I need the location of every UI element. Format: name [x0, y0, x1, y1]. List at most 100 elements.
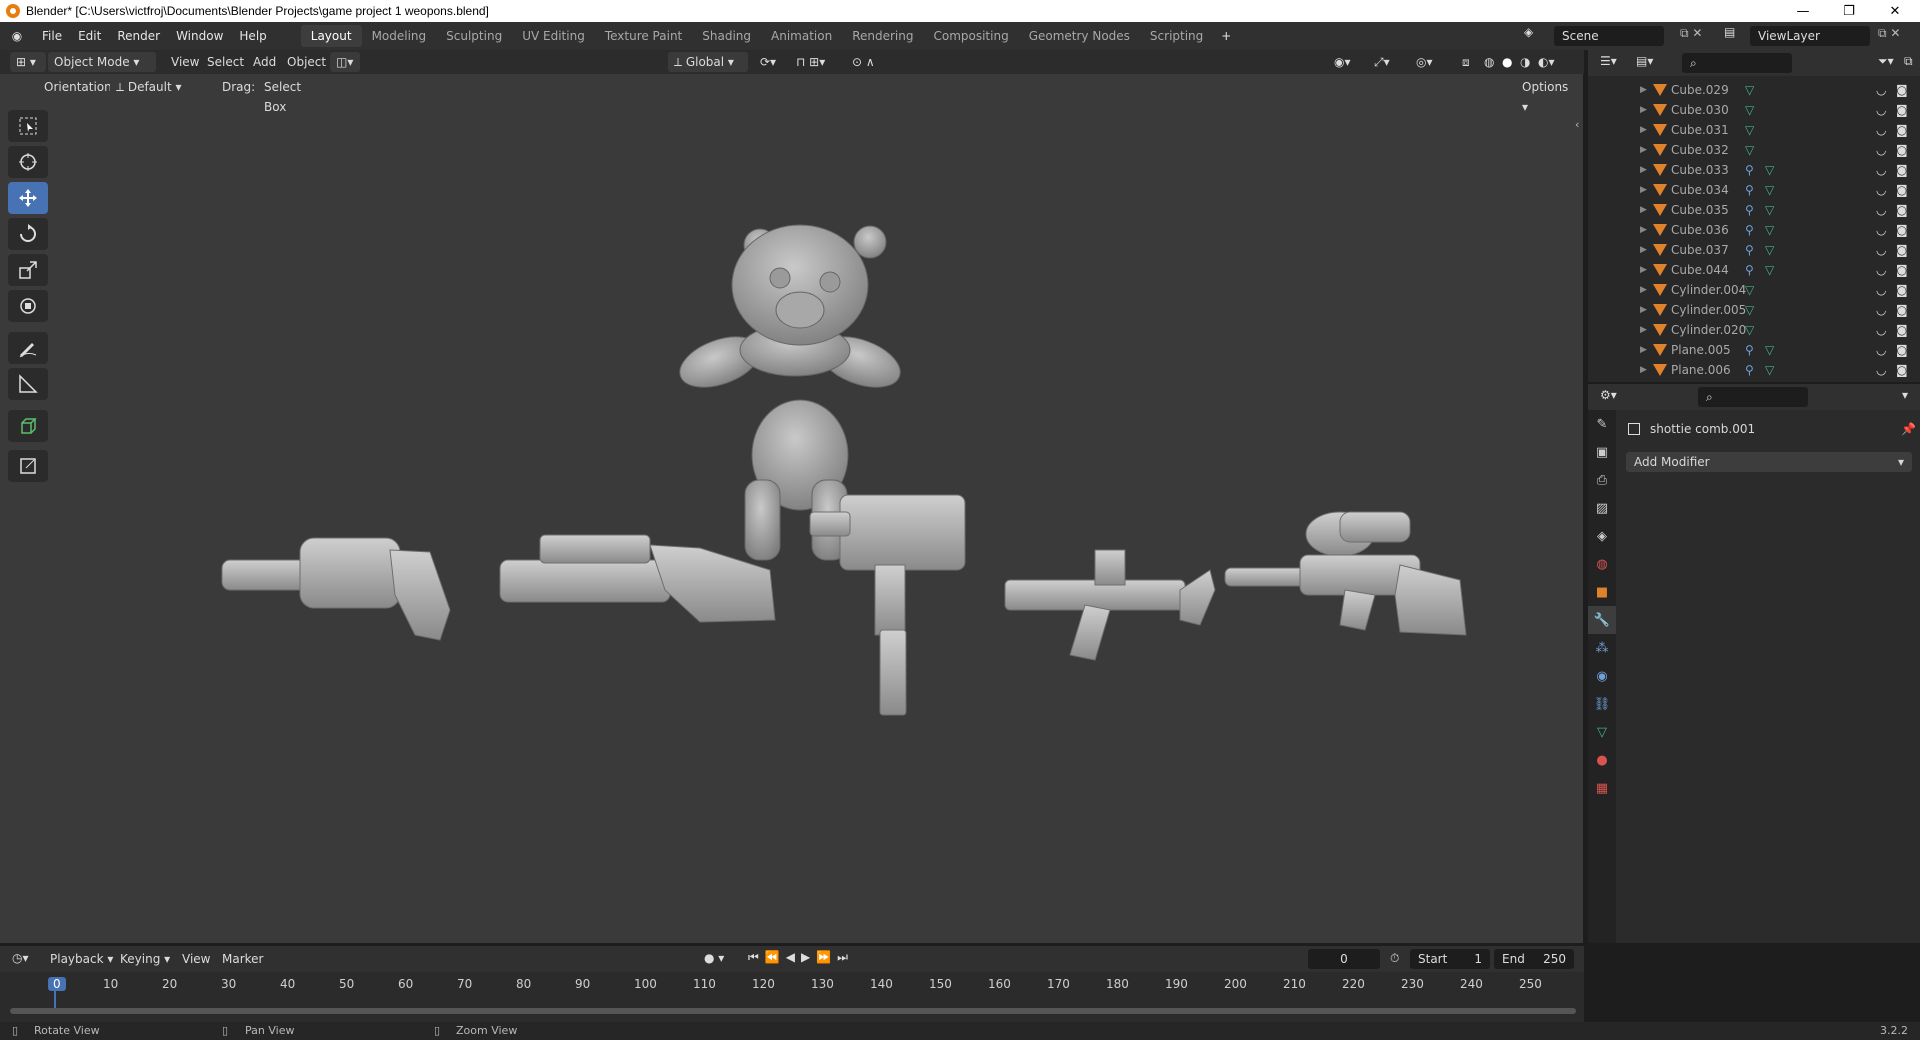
- outliner-search-input[interactable]: ⌕: [1682, 53, 1792, 73]
- tab-compositing[interactable]: Compositing: [923, 25, 1018, 47]
- render-camera-icon[interactable]: ◙: [1896, 243, 1908, 257]
- tab-animation[interactable]: Animation: [761, 25, 842, 47]
- rendered-shading-icon[interactable]: ◐▾: [1532, 52, 1561, 72]
- visibility-eye-icon[interactable]: ◡: [1876, 363, 1886, 377]
- start-frame-field[interactable]: Start 1: [1410, 949, 1490, 969]
- pivot-icon[interactable]: ⟳▾: [754, 52, 782, 72]
- visibility-eye-icon[interactable]: ◡: [1876, 143, 1886, 157]
- visibility-eye-icon[interactable]: ◡: [1876, 183, 1886, 197]
- new-collection-icon[interactable]: ⧉: [1904, 54, 1913, 69]
- current-frame-field[interactable]: 0: [1308, 949, 1380, 969]
- mesh-data-icon[interactable]: ▽: [1745, 103, 1754, 117]
- 3d-viewport[interactable]: [0, 50, 1584, 943]
- mesh-data-icon[interactable]: ▽: [1765, 363, 1774, 377]
- tab-modeling[interactable]: Modeling: [362, 25, 437, 47]
- scale-cage-tool[interactable]: [8, 450, 48, 482]
- properties-options-icon[interactable]: ▾: [1902, 388, 1908, 402]
- mesh-data-icon[interactable]: ▽: [1745, 283, 1754, 297]
- drag-dropdown[interactable]: Select Box: [258, 77, 330, 114]
- data-tab-icon[interactable]: ▽: [1588, 718, 1616, 746]
- wrench-icon[interactable]: ⚲: [1745, 223, 1754, 237]
- mesh-data-icon[interactable]: ▽: [1745, 123, 1754, 137]
- measure-tool[interactable]: [8, 368, 48, 400]
- tool-tab-icon[interactable]: ✎: [1588, 410, 1616, 438]
- render-camera-icon[interactable]: ◙: [1896, 363, 1908, 377]
- expand-icon[interactable]: ▶: [1640, 145, 1647, 155]
- wrench-icon[interactable]: ⚲: [1745, 263, 1754, 277]
- view-menu[interactable]: View: [165, 52, 205, 72]
- editor-type-button[interactable]: ⊞ ▾: [10, 52, 46, 72]
- select-menu[interactable]: Select: [201, 52, 250, 72]
- outliner-item[interactable]: ▶ Cube.035 ⚲ ▽ ◡ ◙: [1588, 200, 1920, 220]
- material-tab-icon[interactable]: ●: [1588, 746, 1616, 774]
- expand-icon[interactable]: ▶: [1640, 205, 1647, 215]
- view-layer-icon[interactable]: ▤: [1724, 25, 1735, 39]
- visibility-eye-icon[interactable]: ◡: [1876, 83, 1886, 97]
- visibility-eye-icon[interactable]: ◡: [1876, 123, 1886, 137]
- filter-icon[interactable]: ⏷▾: [1878, 54, 1894, 69]
- render-camera-icon[interactable]: ◙: [1896, 143, 1908, 157]
- add-workspace-button[interactable]: +: [1213, 25, 1239, 47]
- mesh-data-icon[interactable]: ▽: [1765, 243, 1774, 257]
- timeline-scrollbar[interactable]: [10, 1008, 1576, 1014]
- blender-menu-icon[interactable]: ◉: [0, 29, 34, 43]
- render-camera-icon[interactable]: ◙: [1896, 83, 1908, 97]
- outliner-item[interactable]: ▶ Cube.044 ⚲ ▽ ◡ ◙: [1588, 260, 1920, 280]
- scene-icon[interactable]: ◈: [1524, 25, 1544, 39]
- render-camera-icon[interactable]: ◙: [1896, 203, 1908, 217]
- outliner-item[interactable]: ▶ Cube.033 ⚲ ▽ ◡ ◙: [1588, 160, 1920, 180]
- visibility-eye-icon[interactable]: ◡: [1876, 343, 1886, 357]
- move-tool[interactable]: [8, 182, 48, 214]
- outliner-item[interactable]: ▶ Plane.005 ⚲ ▽ ◡ ◙: [1588, 340, 1920, 360]
- sidebar-toggle-icon[interactable]: ‹: [1575, 118, 1579, 131]
- properties-editor-type-icon[interactable]: ⚙▾: [1600, 388, 1617, 402]
- render-camera-icon[interactable]: ◙: [1896, 103, 1908, 117]
- outliner-editor-type-icon[interactable]: ☰▾: [1600, 54, 1617, 68]
- tab-geometry-nodes[interactable]: Geometry Nodes: [1019, 25, 1140, 47]
- xray-icon[interactable]: ⧈: [1456, 52, 1476, 72]
- render-camera-icon[interactable]: ◙: [1896, 323, 1908, 337]
- outliner-item[interactable]: ▶ Cube.034 ⚲ ▽ ◡ ◙: [1588, 180, 1920, 200]
- visibility-eye-icon[interactable]: ◡: [1876, 223, 1886, 237]
- properties-search-input[interactable]: ⌕: [1698, 387, 1808, 407]
- stopwatch-icon[interactable]: ⏱: [1390, 951, 1399, 966]
- visibility-eye-icon[interactable]: ◡: [1876, 243, 1886, 257]
- mesh-data-icon[interactable]: ▽: [1745, 323, 1754, 337]
- pin-icon[interactable]: 📌: [1901, 422, 1916, 436]
- mesh-data-icon[interactable]: ▽: [1765, 263, 1774, 277]
- keying-menu[interactable]: Keying ▾: [114, 949, 176, 969]
- object-tab-icon[interactable]: ■: [1588, 578, 1616, 606]
- playback-controls[interactable]: ⏮⏪◀▶⏩⏭: [748, 950, 854, 965]
- mesh-data-icon[interactable]: ▽: [1745, 143, 1754, 157]
- expand-icon[interactable]: ▶: [1640, 265, 1647, 275]
- record-icon[interactable]: ● ▾: [704, 951, 724, 965]
- outliner-item[interactable]: ▶ Cylinder.004 ▽ ◡ ◙: [1588, 280, 1920, 300]
- render-camera-icon[interactable]: ◙: [1896, 123, 1908, 137]
- scene-new-icon[interactable]: ⧉ ✕: [1680, 26, 1702, 41]
- scene-selector[interactable]: Scene: [1554, 26, 1664, 46]
- rotate-tool[interactable]: [8, 218, 48, 250]
- outliner-item[interactable]: ▶ Cube.032 ▽ ◡ ◙: [1588, 140, 1920, 160]
- proportional-edit-icon[interactable]: ⊙ ∧: [846, 52, 881, 72]
- mesh-data-icon[interactable]: ▽: [1745, 83, 1754, 97]
- outliner-item[interactable]: ▶ Cube.036 ⚲ ▽ ◡ ◙: [1588, 220, 1920, 240]
- gizmo-icon[interactable]: ⤢▾: [1368, 52, 1396, 72]
- tab-layout[interactable]: Layout: [300, 25, 362, 47]
- outliner-item[interactable]: ▶ Cube.037 ⚲ ▽ ◡ ◙: [1588, 240, 1920, 260]
- tab-texture-paint[interactable]: Texture Paint: [595, 25, 692, 47]
- visibility-eye-icon[interactable]: ◡: [1876, 303, 1886, 317]
- expand-icon[interactable]: ▶: [1640, 345, 1647, 355]
- cursor-tool[interactable]: [8, 146, 48, 178]
- add-modifier-dropdown[interactable]: Add Modifier ▾: [1626, 452, 1912, 472]
- select-mode-icon[interactable]: ◫▾: [330, 52, 360, 72]
- object-mode-dropdown[interactable]: Object Mode ▾: [48, 52, 156, 72]
- wrench-icon[interactable]: ⚲: [1745, 183, 1754, 197]
- expand-icon[interactable]: ▶: [1640, 285, 1647, 295]
- outliner-item[interactable]: ▶ Cube.031 ▽ ◡ ◙: [1588, 120, 1920, 140]
- expand-icon[interactable]: ▶: [1640, 165, 1647, 175]
- mesh-data-icon[interactable]: ▽: [1745, 303, 1754, 317]
- view-layer-selector[interactable]: ViewLayer: [1750, 26, 1870, 46]
- mesh-data-icon[interactable]: ▽: [1765, 343, 1774, 357]
- select-box-tool[interactable]: [8, 110, 48, 142]
- mesh-data-icon[interactable]: ▽: [1765, 183, 1774, 197]
